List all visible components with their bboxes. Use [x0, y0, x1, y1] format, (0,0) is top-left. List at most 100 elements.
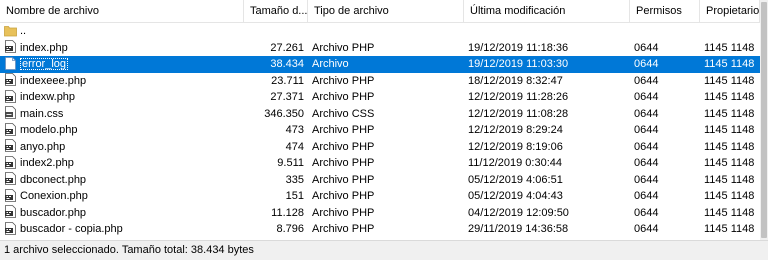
file-name: main.css: [20, 107, 64, 120]
file-row[interactable]: Conexion.php 151 Archivo PHP 05/12/2019 4:0…: [0, 188, 760, 205]
file-modified: 19/12/2019 11:18:36: [468, 41, 569, 54]
file-permissions: 0644: [634, 124, 659, 136]
php-file-icon: [4, 122, 17, 136]
file-row[interactable]: buscador - copia.php 8.796 Archivo PHP 29/1…: [0, 221, 760, 238]
file-modified: [468, 23, 630, 40]
column-header-permissions[interactable]: Permisos: [630, 0, 700, 22]
file-name: buscador - copia.php: [20, 223, 123, 235]
file-modified: 12/12/2019 11:08:28: [468, 107, 569, 120]
file-name: index.php: [20, 41, 68, 54]
file-modified: 18/12/2019 8:32:47: [468, 74, 563, 87]
file-row[interactable]: indexw.php 27.371 Archivo PHP 12/12/2019 11…: [0, 89, 760, 106]
file-modified: 19/12/2019 11:03:30: [468, 58, 569, 70]
file-name-cell: buscador.php: [4, 205, 244, 222]
file-modified: 05/12/2019 4:04:43: [468, 190, 563, 202]
file-row[interactable]: index.php 27.261 Archivo PHP 19/12/2019 11:…: [0, 40, 760, 57]
column-header-size[interactable]: Tamaño d...: [244, 0, 308, 22]
file-name: index2.php: [20, 157, 74, 169]
file-row[interactable]: error_log 38.434 Archivo 19/12/2019 11:03:3…: [0, 56, 760, 73]
file-owner: 1145 1148: [704, 58, 755, 70]
file-size: 38.434: [270, 58, 304, 70]
file-modified: 29/11/2019 14:36:58: [468, 223, 569, 235]
file-owner: 1145 1148: [704, 107, 755, 120]
vertical-scrollbar[interactable]: [760, 0, 768, 240]
file-owner: 1145 1148: [704, 41, 755, 54]
file-owner: 1145 1148: [704, 91, 755, 103]
file-name-cell: anyo.php: [4, 139, 244, 156]
file-name-cell: main.css: [4, 106, 244, 123]
php-file-icon: [4, 172, 17, 185]
file-name: anyo.php: [20, 140, 66, 153]
file-permissions: 0644: [634, 206, 659, 219]
column-header-name[interactable]: Nombre de archivo: [0, 0, 244, 22]
file-row[interactable]: dbconect.php 335 Archivo PHP 05/12/2019 4:0…: [0, 172, 760, 189]
file-permissions: 0644: [634, 190, 659, 202]
file-type: Archivo PHP: [312, 41, 375, 54]
file-permissions: 0644: [634, 91, 659, 103]
file-size: 11.128: [271, 206, 304, 219]
file-type: Archivo: [312, 58, 349, 70]
column-header-type[interactable]: Tipo de archivo: [308, 0, 464, 22]
file-row[interactable]: modelo.php 473 Archivo PHP 12/12/2019 8:29:…: [0, 122, 760, 139]
file-name-cell: index2.php: [4, 155, 244, 172]
file-modified: 12/12/2019 8:29:24: [468, 124, 563, 136]
file-type: Archivo CSS: [312, 107, 375, 120]
remote-file-list[interactable]: Nombre de archivo Tamaño d... Tipo de ar…: [0, 0, 768, 240]
file-row[interactable]: indexeee.php 23.711 Archivo PHP 18/12/2019 …: [0, 73, 760, 90]
column-header-row: Nombre de archivo Tamaño d... Tipo de ar…: [0, 0, 760, 23]
file-type: Archivo PHP: [312, 206, 375, 219]
file-name: indexeee.php: [20, 74, 87, 87]
file-type: Archivo PHP: [312, 124, 375, 136]
file-size: 27.371: [270, 91, 304, 103]
file-owner: 1145 1148: [704, 206, 755, 219]
file-name: modelo.php: [20, 124, 78, 136]
file-type: Archivo PHP: [312, 190, 375, 202]
file-size: 474: [285, 140, 304, 153]
file-name-cell: error_log: [4, 56, 244, 73]
file-name: buscador.php: [20, 206, 87, 219]
column-header-modified[interactable]: Última modificación: [464, 0, 630, 22]
scrollbar-thumb[interactable]: [761, 2, 767, 238]
file-row[interactable]: main.css 346.350 Archivo CSS 12/12/2019 11:…: [0, 106, 760, 123]
file-modified: 04/12/2019 12:09:50: [468, 206, 569, 219]
file-name-cell: modelo.php: [4, 122, 244, 139]
file-name-cell: indexw.php: [4, 89, 244, 106]
php-file-icon: [4, 155, 17, 169]
php-file-icon: [4, 73, 17, 86]
file-size: 9.511: [277, 157, 304, 169]
file-name: dbconect.php: [20, 173, 87, 186]
file-permissions: 0644: [634, 173, 659, 186]
file-row[interactable]: ..: [0, 23, 760, 40]
file-row[interactable]: anyo.php 474 Archivo PHP 12/12/2019 8:19:06…: [0, 139, 760, 156]
file-rows: .. index.php 27.261 Archivo PHP 19/12/2019 1…: [0, 23, 760, 238]
file-size: [244, 23, 307, 40]
file-name-cell: index.php: [4, 40, 244, 57]
folder-icon: [4, 24, 17, 37]
file-name: Conexion.php: [20, 190, 88, 202]
file-owner: 1145 1148: [704, 223, 755, 235]
file-size: 8.796: [276, 223, 304, 235]
file-owner: 1145 1148: [704, 74, 755, 87]
php-file-icon: [4, 40, 17, 53]
file-modified: 12/12/2019 11:28:26: [468, 91, 569, 103]
file-owner: 1145 1148: [704, 190, 755, 202]
file-type: Archivo PHP: [312, 223, 375, 235]
file-owner: 1145 1148: [704, 124, 755, 136]
file-permissions: 0644: [634, 157, 659, 169]
file-row[interactable]: index2.php 9.511 Archivo PHP 11/12/2019 0:3…: [0, 155, 760, 172]
php-file-icon: [4, 89, 17, 103]
column-header-owner[interactable]: Propietario...: [700, 0, 760, 22]
file-row[interactable]: buscador.php 11.128 Archivo PHP 04/12/2019 …: [0, 205, 760, 222]
file-permissions: 0644: [634, 140, 659, 153]
file-name-cell: Conexion.php: [4, 188, 244, 205]
file-modified: 05/12/2019 4:06:51: [468, 173, 563, 186]
file-owner: 1145 1148: [704, 173, 755, 186]
file-type: Archivo PHP: [312, 91, 375, 103]
file-type: [312, 23, 464, 40]
file-size: 335: [285, 173, 304, 186]
file-size: 473: [285, 124, 304, 136]
php-file-icon: [4, 205, 17, 218]
file-type: Archivo PHP: [312, 173, 375, 186]
file-permissions: 0644: [634, 223, 659, 235]
file-type: Archivo PHP: [312, 74, 375, 87]
